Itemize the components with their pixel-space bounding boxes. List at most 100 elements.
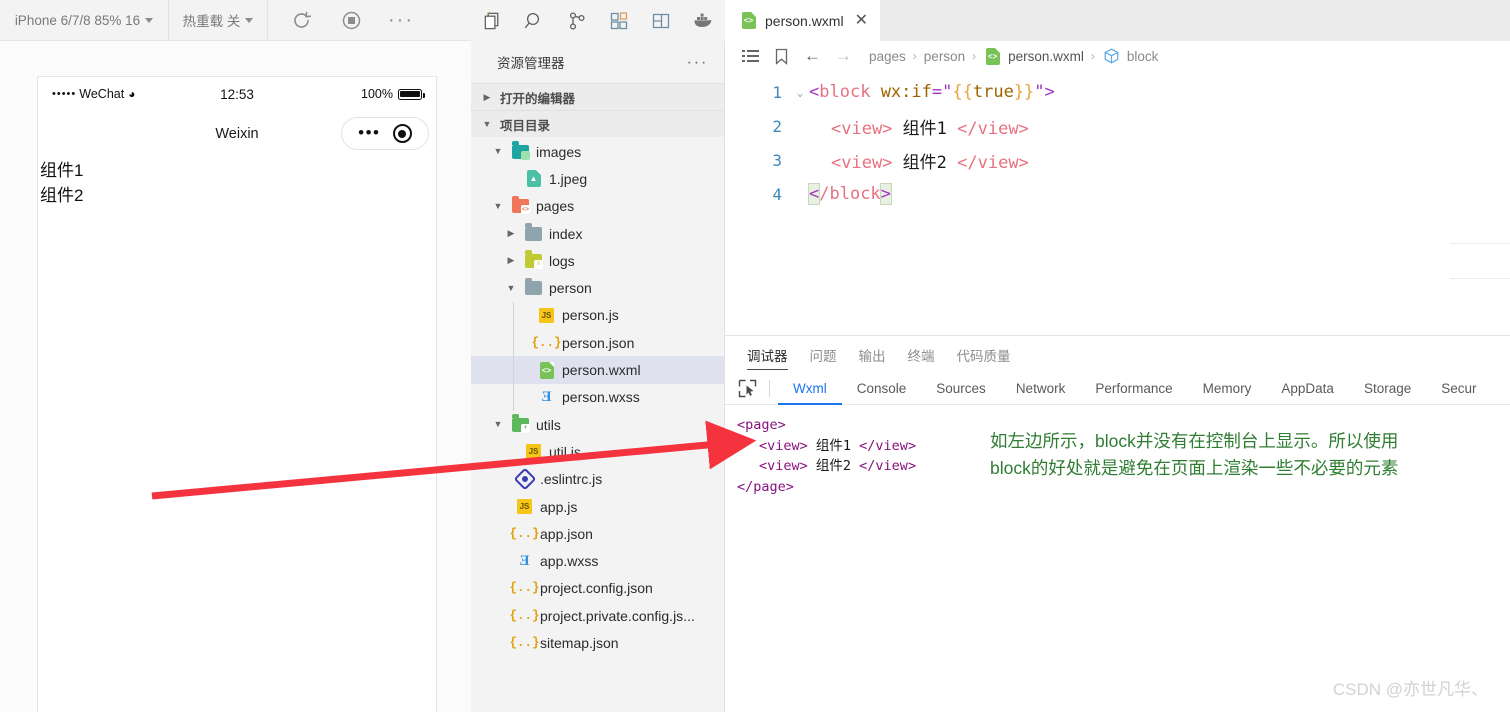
chevron-down-icon: [491, 147, 505, 156]
element-picker-icon[interactable]: [725, 379, 769, 398]
token-gt: >: [1044, 82, 1055, 102]
docker-icon[interactable]: [683, 0, 725, 41]
explorer-icon[interactable]: [471, 0, 513, 41]
debugger-panel: 调试器 问题 输出 终端 代码质量 Wxml Console Sources N…: [725, 335, 1510, 712]
token-gt-matched: >: [879, 183, 892, 205]
panel-tab-code-quality[interactable]: 代码质量: [957, 336, 1011, 373]
more-icon[interactable]: ···: [687, 53, 708, 69]
tree-item-logs[interactable]: ≡ logs: [471, 247, 724, 274]
panel-tab-problems[interactable]: 问题: [810, 336, 837, 373]
devtool-tab-storage[interactable]: Storage: [1349, 373, 1426, 405]
devtool-tab-network[interactable]: Network: [1001, 373, 1081, 405]
nav-title: Weixin: [215, 126, 259, 142]
tree-item-label: 1.jpeg: [549, 170, 588, 187]
section-open-editors[interactable]: 打开的编辑器: [471, 83, 724, 110]
breadcrumb-item-pages[interactable]: pages: [869, 49, 906, 64]
tree-item-utils[interactable]: + utils: [471, 411, 724, 438]
tree-item-person-wxml[interactable]: <> person.wxml: [471, 356, 724, 384]
tree-item-1-jpeg[interactable]: ▲ 1.jpeg: [471, 165, 724, 192]
tree-item-project-config[interactable]: {..} project.config.json: [471, 575, 724, 602]
outline-icon[interactable]: [735, 49, 766, 64]
extensions-icon[interactable]: [598, 0, 640, 41]
devtool-tab-sources[interactable]: Sources: [921, 373, 1001, 405]
folder-utils-icon: +: [511, 414, 530, 434]
token-mustache-close: }}: [1013, 82, 1035, 102]
fold-icon[interactable]: ⌄: [791, 86, 809, 99]
token-quote-open: ": [942, 82, 953, 102]
devtool-tab-wxml[interactable]: Wxml: [778, 373, 842, 405]
tree-item-pages[interactable]: <> pages: [471, 193, 724, 220]
devtool-tab-security[interactable]: Secur: [1426, 373, 1491, 405]
tree-item-sitemap-json[interactable]: {..} sitemap.json: [471, 629, 724, 656]
code-area[interactable]: 1 ⌄ <block wx:if="{{true}}"> 2 <view> 组件…: [725, 71, 1510, 279]
panel-tab-terminal[interactable]: 终端: [908, 336, 935, 373]
json-file-icon: {..}: [509, 608, 540, 623]
devtools-tab-bar: Wxml Console Sources Network Performance…: [725, 373, 1510, 405]
capsule-close-icon[interactable]: [392, 124, 412, 143]
tree-item-label: project.private.config.js...: [540, 607, 695, 624]
chevron-down-icon: [145, 17, 154, 23]
chevron-right-icon: [480, 93, 494, 102]
devtool-tab-performance[interactable]: Performance: [1080, 373, 1187, 405]
image-file-icon: ▲: [524, 169, 543, 188]
token-mustache-open: {{: [952, 82, 973, 102]
section-project-dir[interactable]: 项目目录: [471, 110, 724, 137]
code-line-2: 2 <view> 组件1 </view>: [725, 109, 1510, 143]
tree-item-app-json[interactable]: {..} app.json: [471, 520, 724, 547]
source-control-icon[interactable]: [556, 0, 598, 41]
tree-item-util-js[interactable]: JS util.js: [471, 438, 724, 465]
devtool-tab-console[interactable]: Console: [842, 373, 922, 405]
panel-tab-debugger[interactable]: 调试器: [747, 336, 788, 373]
tree-item-images[interactable]: images: [471, 138, 724, 165]
breadcrumb-item-person[interactable]: person: [924, 49, 965, 64]
search-icon[interactable]: [513, 0, 555, 41]
bookmark-icon[interactable]: [766, 48, 797, 65]
devtool-tab-memory[interactable]: Memory: [1188, 373, 1267, 405]
layout-icon[interactable]: [640, 0, 682, 41]
code-editor-pane: ← → pages › person › <> person.wxml › bl…: [725, 41, 1510, 335]
js-file-icon: JS: [524, 442, 543, 461]
tree-item-app-js[interactable]: JS app.js: [471, 493, 724, 520]
tree-item-index[interactable]: index: [471, 220, 724, 247]
json-file-icon: {..}: [531, 335, 562, 350]
close-icon[interactable]: ✕: [855, 12, 868, 29]
tree-item-app-wxss[interactable]: Ǝ app.wxss: [471, 547, 724, 574]
wxml-close-tag: </view>: [859, 458, 917, 475]
tree-item-person[interactable]: person: [471, 274, 724, 301]
tree-item-person-wxss[interactable]: Ǝ person.wxss: [471, 383, 724, 411]
hot-reload-select[interactable]: 热重载 关: [169, 0, 268, 41]
annotation-line-2: block的好处就是避免在页面上渲染一些不必要的元素: [990, 457, 1399, 478]
tree-item-project-private-config[interactable]: {..} project.private.config.js...: [471, 602, 724, 629]
chevron-down-icon: [245, 17, 254, 23]
back-icon[interactable]: ←: [797, 46, 828, 66]
panel-tab-bar: 调试器 问题 输出 终端 代码质量: [725, 336, 1510, 373]
chevron-down-icon: [491, 202, 505, 211]
code-line-4: 4 </block>: [725, 177, 1510, 211]
tree-item-label: project.config.json: [540, 580, 653, 597]
line-number: 2: [772, 116, 782, 136]
tab-person-wxml[interactable]: <> person.wxml ✕: [725, 0, 880, 41]
forward-icon[interactable]: →: [828, 46, 859, 66]
tree-item-person-json[interactable]: {..} person.json: [471, 329, 724, 357]
folder-pages-icon: <>: [511, 195, 530, 216]
breadcrumb-item-block[interactable]: block: [1102, 47, 1158, 66]
json-file-icon: {..}: [509, 635, 540, 650]
panel-tab-output[interactable]: 输出: [859, 336, 886, 373]
page-text-line-1: 组件1: [40, 161, 84, 180]
breadcrumb-item-person-wxml[interactable]: <> person.wxml: [983, 47, 1084, 66]
capsule-more-icon[interactable]: •••: [358, 125, 380, 141]
tree-item-eslintrc[interactable]: .eslintrc.js: [471, 466, 724, 493]
refresh-icon[interactable]: [276, 0, 326, 41]
token-text: 组件2: [892, 152, 958, 173]
record-icon[interactable]: [326, 0, 376, 41]
annotation-line-1: 如左边所示，block并没有在控制台上显示。所以使用: [990, 431, 1399, 451]
more-icon[interactable]: ···: [376, 0, 426, 41]
tree-item-person-js[interactable]: JS person.js: [471, 301, 724, 330]
tree-item-label: person: [549, 280, 592, 297]
simulator-device-select[interactable]: iPhone 6/7/8 85% 16: [0, 0, 169, 41]
wxml-text: 组件2: [807, 458, 860, 475]
simulator-actions: ···: [268, 0, 434, 41]
wechat-capsule[interactable]: •••: [341, 117, 429, 150]
devtool-tab-appdata[interactable]: AppData: [1266, 373, 1349, 405]
tree-item-label: app.js: [540, 498, 578, 515]
